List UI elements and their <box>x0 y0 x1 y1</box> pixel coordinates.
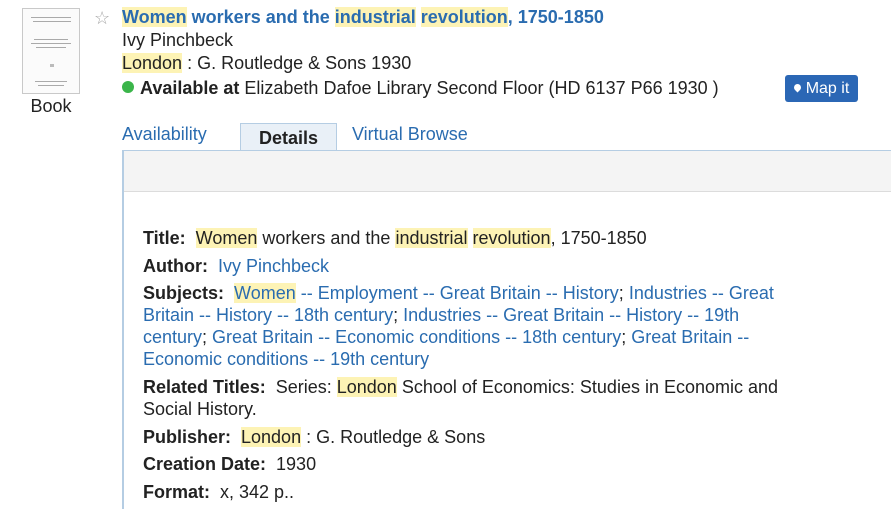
detail-label: Related Titles: <box>143 377 266 397</box>
title-part: , 1750-1850 <box>507 7 604 27</box>
detail-label: Format: <box>143 482 210 502</box>
pub-rest: : G. Routledge & Sons 1930 <box>182 53 412 73</box>
subject-link[interactable]: Industries -- Great <box>629 283 774 303</box>
availability-status: Available at <box>140 78 240 98</box>
related-prefix: Series: <box>275 377 337 397</box>
tab-details[interactable]: Details <box>240 123 337 151</box>
tab-availability[interactable]: Availability <box>122 124 207 145</box>
subject-link[interactable]: Industries -- Great Britain -- History -… <box>403 305 739 325</box>
publisher-highlight: London <box>241 427 302 447</box>
subject-link[interactable]: Economic conditions -- 19th century <box>143 349 429 369</box>
pub-place: London <box>122 53 183 73</box>
subject-part: -- Employment -- Great Britain -- Histor… <box>295 283 619 303</box>
detail-format-row: Format: x, 342 p.. <box>143 481 843 503</box>
detail-label: Publisher: <box>143 427 232 447</box>
detail-related-row: Related Titles: Series: London School of … <box>143 376 843 420</box>
publisher-text: : G. Routledge & Sons <box>301 427 486 447</box>
title-part: Women <box>122 7 187 27</box>
title-part: industrial <box>334 7 416 27</box>
panel-toolbar <box>124 151 891 192</box>
subject-link[interactable]: Great Britain -- Economic conditions -- … <box>212 327 621 347</box>
subject-part: Women <box>234 283 296 303</box>
subject-link[interactable]: Great Britain -- <box>631 327 749 347</box>
related-highlight: London <box>336 377 397 397</box>
map-pin-icon <box>792 82 803 93</box>
title-part <box>468 228 473 248</box>
detail-label: Creation Date: <box>143 454 267 474</box>
green-dot-icon <box>122 81 134 94</box>
map-it-button[interactable]: Map it <box>785 75 858 102</box>
record-title-link[interactable]: Women workers and the industrial revolut… <box>122 7 604 28</box>
title-part: , 1750-1850 <box>550 228 647 248</box>
detail-creation-date-row: Creation Date: 1930 <box>143 453 843 475</box>
title-part: Women <box>195 228 258 248</box>
title-part: workers and the <box>186 7 335 27</box>
detail-label: Title: <box>143 228 186 248</box>
detail-label: Subjects: <box>143 283 225 303</box>
creation-date-value: 1930 <box>276 454 317 474</box>
availability-location: Elizabeth Dafoe Library Second Floor (HD… <box>239 78 719 98</box>
availability-line: Available at Elizabeth Dafoe Library Sec… <box>122 78 719 99</box>
title-part: industrial <box>395 228 468 248</box>
subject-link[interactable]: century <box>143 327 202 347</box>
format-label: Book <box>30 96 72 116</box>
title-part: workers and the <box>257 228 396 248</box>
subject-separator: ; <box>618 283 629 303</box>
title-part: revolution <box>420 7 508 27</box>
record-author: Ivy Pinchbeck <box>122 30 234 50</box>
title-part <box>416 7 421 27</box>
format-value: x, 342 p.. <box>220 482 295 502</box>
record-publication: London : G. Routledge & Sons 1930 <box>122 53 411 74</box>
star-outline-icon[interactable]: ☆ <box>94 9 110 27</box>
map-it-label: Map it <box>805 80 850 97</box>
tab-virtual-browse[interactable]: Virtual Browse <box>352 124 468 145</box>
detail-publisher-row: Publisher: London : G. Routledge & Sons <box>143 426 843 448</box>
related-text: Social History. <box>143 399 257 419</box>
detail-subjects-row: Subjects: Women -- Employment -- Great Br… <box>143 283 774 369</box>
title-part: revolution <box>472 228 551 248</box>
subject-link[interactable]: Britain -- History -- 18th century <box>143 305 393 325</box>
detail-author-row: Author: Ivy Pinchbeck <box>143 255 843 277</box>
subject-link[interactable]: Women -- Employment -- Great Britain -- … <box>234 283 619 303</box>
detail-title-row: Title: Women workers and the industrial r… <box>143 227 843 249</box>
related-text: School of Economics: Studies in Economic… <box>396 377 779 397</box>
book-cover-thumbnail[interactable] <box>22 8 80 94</box>
author-link[interactable]: Ivy Pinchbeck <box>218 256 329 276</box>
detail-label: Author: <box>143 256 208 276</box>
